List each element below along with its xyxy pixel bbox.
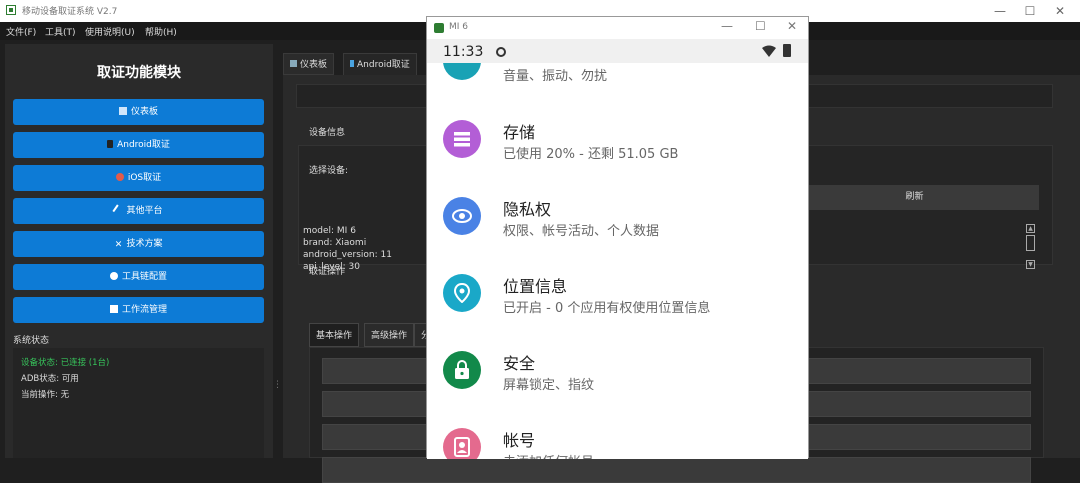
clipboard-icon	[109, 305, 118, 313]
tab-android[interactable]: Android取证	[343, 53, 417, 75]
forensic-ops-heading: 取证操作	[309, 267, 346, 277]
phone-icon	[350, 60, 354, 67]
nav-label: 工具链配置	[121, 272, 167, 282]
gear-icon	[109, 272, 118, 280]
sidebar-title: 取证功能模块	[97, 65, 181, 81]
settings-item-security[interactable]: 安全 屏幕锁定、指纹	[427, 332, 808, 409]
android-statusbar: 11:33	[427, 39, 808, 63]
scroll-down-button[interactable]: ▼	[1026, 260, 1035, 269]
dashboard-icon	[118, 107, 127, 115]
status-panel: 设备状态: 已连接 (1台) ADB状态: 可用 当前操作: 无	[13, 348, 264, 458]
select-device-label: 选择设备:	[309, 166, 349, 176]
settings-item-subtitle: 权限、帐号活动、个人数据	[503, 224, 660, 239]
chart-icon	[290, 60, 297, 67]
subtab-basic[interactable]: 基本操作	[309, 323, 360, 347]
location-icon	[443, 274, 481, 312]
close-icon[interactable]: ✕	[1048, 2, 1072, 20]
tab-label: 仪表板	[300, 60, 328, 70]
sidebar: 取证功能模块 仪表板 Android取证 iOS取证 其他平台 ✕ 技术方案 工具…	[5, 44, 273, 458]
device-line: brand: Xiaomi	[303, 238, 367, 248]
device-line: android_version: 11	[303, 250, 392, 260]
current-op-status: 当前操作: 无	[21, 390, 70, 400]
settings-item-accounts[interactable]: 帐号 未添加任何帐号	[427, 409, 808, 459]
account-icon	[443, 428, 481, 459]
settings-item-storage[interactable]: 存储 已使用 20% - 还剩 51.05 GB	[427, 101, 808, 178]
nav-tech-button[interactable]: ✕ 技术方案	[13, 231, 264, 257]
adb-status: ADB状态: 可用	[21, 374, 79, 384]
settings-item-title: 安全	[503, 354, 536, 373]
nav-ios-button[interactable]: iOS取证	[13, 165, 264, 191]
settings-item-subtitle: 音量、振动、勿扰	[503, 69, 608, 84]
menu-tools[interactable]: 工具(T)	[45, 25, 76, 38]
privacy-icon	[443, 197, 481, 235]
maximize-icon[interactable]: ☐	[755, 19, 766, 33]
phone-window-title: MI 6	[449, 22, 469, 32]
maximize-icon[interactable]: ☐	[1018, 2, 1042, 20]
tab-dashboard[interactable]: 仪表板	[283, 53, 335, 75]
subtab-advanced[interactable]: 高级操作	[364, 323, 415, 347]
operation-button[interactable]	[322, 457, 1031, 483]
minimize-icon[interactable]: —	[721, 19, 733, 33]
pencil-icon	[112, 204, 125, 216]
apple-icon	[115, 173, 124, 181]
settings-item-privacy[interactable]: 隐私权 权限、帐号活动、个人数据	[427, 178, 808, 255]
minimize-icon[interactable]: —	[988, 2, 1012, 20]
menu-help[interactable]: 帮助(H)	[145, 25, 177, 38]
nav-workflow-button[interactable]: 工作流管理	[13, 297, 264, 323]
settings-item-subtitle: 屏幕锁定、指纹	[503, 378, 595, 393]
settings-item-subtitle: 已使用 20% - 还剩 51.05 GB	[503, 147, 679, 162]
scroll-up-button[interactable]: ▲	[1026, 224, 1035, 233]
phone-titlebar: MI 6 — ☐ ✕	[427, 17, 808, 39]
settings-item-location[interactable]: 位置信息 已开启 - 0 个应用有权使用位置信息	[427, 255, 808, 332]
app-icon	[434, 23, 444, 33]
settings-item-sound[interactable]: 音量、振动、勿扰	[427, 63, 808, 100]
phone-mirror-window: MI 6 — ☐ ✕ 11:33 音量、振动、勿扰 存储 已使用 20% - 还…	[426, 16, 809, 459]
close-icon[interactable]: ✕	[787, 19, 797, 33]
app-icon	[6, 5, 16, 15]
lock-icon	[443, 351, 481, 389]
menu-file[interactable]: 文件(F)	[6, 25, 36, 38]
status-title: 系统状态	[13, 336, 50, 346]
nav-label: Android取证	[117, 140, 170, 150]
settings-item-title: 隐私权	[503, 200, 552, 219]
wifi-icon	[762, 45, 776, 57]
window-title: 移动设备取证系统 V2.7	[22, 7, 118, 17]
settings-item-title: 帐号	[503, 431, 536, 450]
storage-icon	[443, 120, 481, 158]
menu-usage[interactable]: 使用说明(U)	[85, 25, 135, 38]
scrollbar-thumb[interactable]	[1026, 235, 1035, 251]
nav-label: 工作流管理	[121, 305, 167, 315]
nav-toolchain-button[interactable]: 工具链配置	[13, 264, 264, 290]
phone-icon	[107, 140, 114, 148]
nav-label: 其他平台	[126, 206, 163, 216]
nav-label: 仪表板	[130, 107, 158, 117]
clock: 11:33	[443, 44, 484, 60]
device-line: model: MI 6	[303, 226, 356, 236]
refresh-button[interactable]: 刷新	[790, 185, 1039, 210]
device-info-heading: 设备信息	[309, 128, 346, 138]
device-status: 设备状态: 已连接 (1台)	[21, 358, 110, 368]
tab-label: Android取证	[357, 60, 410, 70]
sync-icon	[496, 47, 506, 57]
settings-item-title: 位置信息	[503, 277, 568, 296]
settings-item-subtitle: 已开启 - 0 个应用有权使用位置信息	[503, 301, 711, 316]
settings-item-title: 存储	[503, 123, 536, 142]
battery-icon	[783, 44, 791, 57]
nav-label: iOS取证	[127, 173, 162, 183]
tools-icon: ✕	[114, 240, 123, 250]
sound-icon	[443, 63, 481, 80]
nav-other-button[interactable]: 其他平台	[13, 198, 264, 224]
nav-label: 技术方案	[126, 239, 163, 249]
settings-list: 音量、振动、勿扰 存储 已使用 20% - 还剩 51.05 GB 隐私权 权限…	[427, 63, 808, 459]
nav-dashboard-button[interactable]: 仪表板	[13, 99, 264, 125]
nav-android-button[interactable]: Android取证	[13, 132, 264, 158]
